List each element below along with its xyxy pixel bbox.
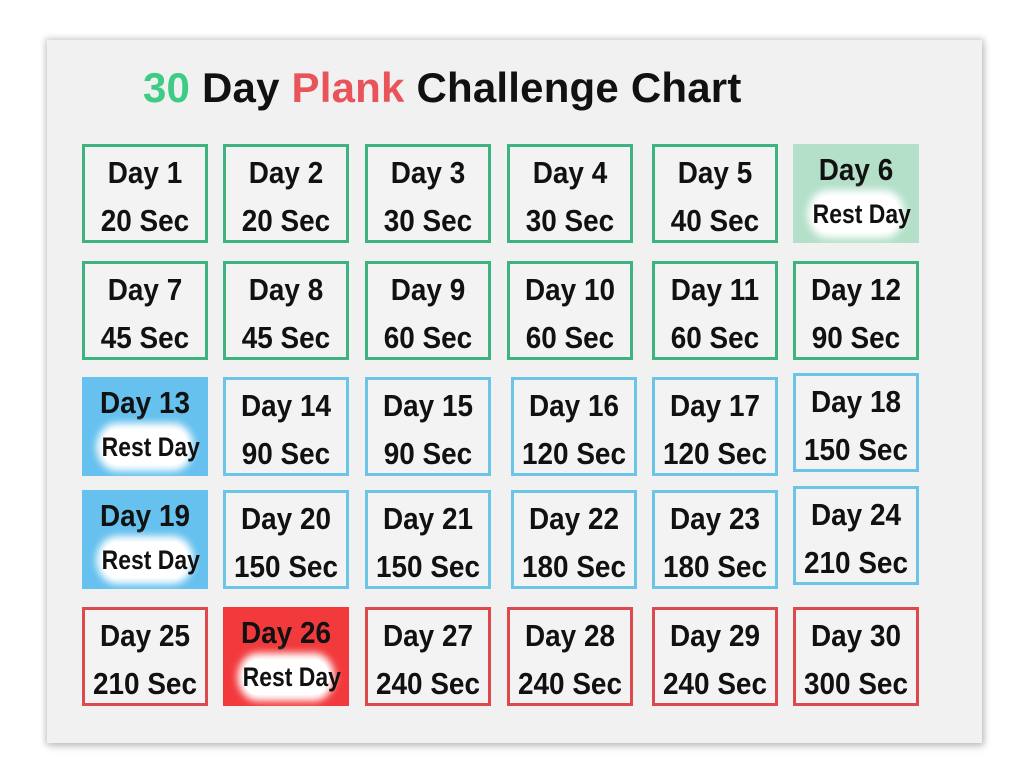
day-cell: Day 27 240 Sec: [365, 607, 491, 706]
rest-day-label: Rest Day: [242, 659, 341, 695]
day-cell: Day 2 20 Sec: [223, 144, 349, 243]
day-label: Day 12: [811, 272, 901, 307]
day-label: Day 17: [670, 388, 760, 423]
day-label: Day 26: [241, 615, 331, 650]
day-label: Day 2: [248, 155, 324, 190]
day-label: Day 19: [100, 498, 190, 533]
duration-label: 150 Sec: [804, 432, 908, 467]
day-label: Day 22: [529, 501, 619, 536]
duration-label: 60 Sec: [383, 320, 473, 355]
duration-label: 20 Sec: [241, 203, 331, 238]
day-cell: Day 21 150 Sec: [365, 490, 491, 589]
duration-label: 210 Sec: [804, 545, 908, 580]
day-label: Day 13: [100, 385, 190, 420]
chart-title: 30 Day Plank Challenge Chart: [143, 64, 742, 112]
duration-label: 180 Sec: [663, 549, 767, 584]
rest-day-label: Rest Day: [101, 542, 200, 578]
day-cell: Day 12 90 Sec: [793, 261, 919, 360]
day-label: Day 29: [670, 618, 760, 653]
title-word-plank: Plank: [291, 64, 405, 111]
day-label: Day 16: [529, 388, 619, 423]
day-cell: Day 26 Rest Day: [223, 607, 349, 706]
day-cell: Day 30 300 Sec: [793, 607, 919, 706]
duration-label: 180 Sec: [522, 549, 626, 584]
duration-label: 90 Sec: [383, 436, 473, 471]
day-cell: Day 20 150 Sec: [223, 490, 349, 589]
rest-day-label: Rest Day: [101, 429, 200, 465]
day-cell: Day 5 40 Sec: [652, 144, 778, 243]
day-cell: Day 10 60 Sec: [507, 261, 633, 360]
duration-label: 300 Sec: [804, 666, 908, 701]
day-cell: Day 13 Rest Day: [82, 377, 208, 476]
day-label: Day 24: [811, 497, 901, 532]
day-cell: Day 1 20 Sec: [82, 144, 208, 243]
title-word-challenge-chart: Challenge Chart: [404, 64, 742, 111]
day-cell: Day 11 60 Sec: [652, 261, 778, 360]
duration-label: 45 Sec: [100, 320, 190, 355]
duration-label: 240 Sec: [663, 666, 767, 701]
duration-label: 90 Sec: [811, 320, 901, 355]
day-label: Day 6: [818, 152, 894, 187]
day-cell: Day 8 45 Sec: [223, 261, 349, 360]
day-label: Day 11: [670, 272, 760, 307]
day-label: Day 15: [383, 388, 473, 423]
duration-label: 240 Sec: [518, 666, 622, 701]
day-label: Day 25: [100, 618, 190, 653]
day-label: Day 3: [390, 155, 466, 190]
day-label: Day 27: [383, 618, 473, 653]
duration-label: 20 Sec: [100, 203, 190, 238]
day-label: Day 14: [241, 388, 331, 423]
day-label: Day 30: [811, 618, 901, 653]
rest-day-label: Rest Day: [812, 196, 911, 232]
day-cell: Day 3 30 Sec: [365, 144, 491, 243]
duration-label: 150 Sec: [376, 549, 480, 584]
day-cell: Day 25 210 Sec: [82, 607, 208, 706]
day-label: Day 20: [241, 501, 331, 536]
day-cell: Day 7 45 Sec: [82, 261, 208, 360]
day-label: Day 9: [390, 272, 466, 307]
day-label: Day 1: [107, 155, 183, 190]
title-number: 30: [143, 64, 191, 111]
duration-label: 210 Sec: [93, 666, 197, 701]
day-cell: Day 18 150 Sec: [793, 373, 919, 472]
duration-label: 120 Sec: [663, 436, 767, 471]
duration-label: 240 Sec: [376, 666, 480, 701]
duration-label: 45 Sec: [241, 320, 331, 355]
day-cell: Day 19 Rest Day: [82, 490, 208, 589]
day-label: Day 7: [107, 272, 183, 307]
day-label: Day 23: [670, 501, 760, 536]
duration-label: 30 Sec: [525, 203, 615, 238]
day-label: Day 10: [525, 272, 615, 307]
day-cell: Day 24 210 Sec: [793, 486, 919, 585]
day-label: Day 18: [811, 384, 901, 419]
day-cell: Day 14 90 Sec: [223, 377, 349, 476]
day-label: Day 28: [525, 618, 615, 653]
day-label: Day 5: [677, 155, 753, 190]
duration-label: 60 Sec: [525, 320, 615, 355]
duration-label: 30 Sec: [383, 203, 473, 238]
title-word-day: Day: [190, 64, 292, 111]
day-cell: Day 4 30 Sec: [507, 144, 633, 243]
day-cell: Day 15 90 Sec: [365, 377, 491, 476]
day-cell: Day 28 240 Sec: [507, 607, 633, 706]
duration-label: 60 Sec: [670, 320, 760, 355]
day-cell: Day 6 Rest Day: [793, 144, 919, 243]
day-label: Day 4: [532, 155, 608, 190]
day-cell: Day 22 180 Sec: [511, 490, 637, 589]
day-label: Day 8: [248, 272, 324, 307]
day-cell: Day 17 120 Sec: [652, 377, 778, 476]
duration-label: 150 Sec: [234, 549, 338, 584]
duration-label: 90 Sec: [241, 436, 331, 471]
day-cell: Day 29 240 Sec: [652, 607, 778, 706]
duration-label: 40 Sec: [670, 203, 760, 238]
day-cell: Day 23 180 Sec: [652, 490, 778, 589]
day-cell: Day 9 60 Sec: [365, 261, 491, 360]
duration-label: 120 Sec: [522, 436, 626, 471]
day-cell: Day 16 120 Sec: [511, 377, 637, 476]
day-label: Day 21: [383, 501, 473, 536]
